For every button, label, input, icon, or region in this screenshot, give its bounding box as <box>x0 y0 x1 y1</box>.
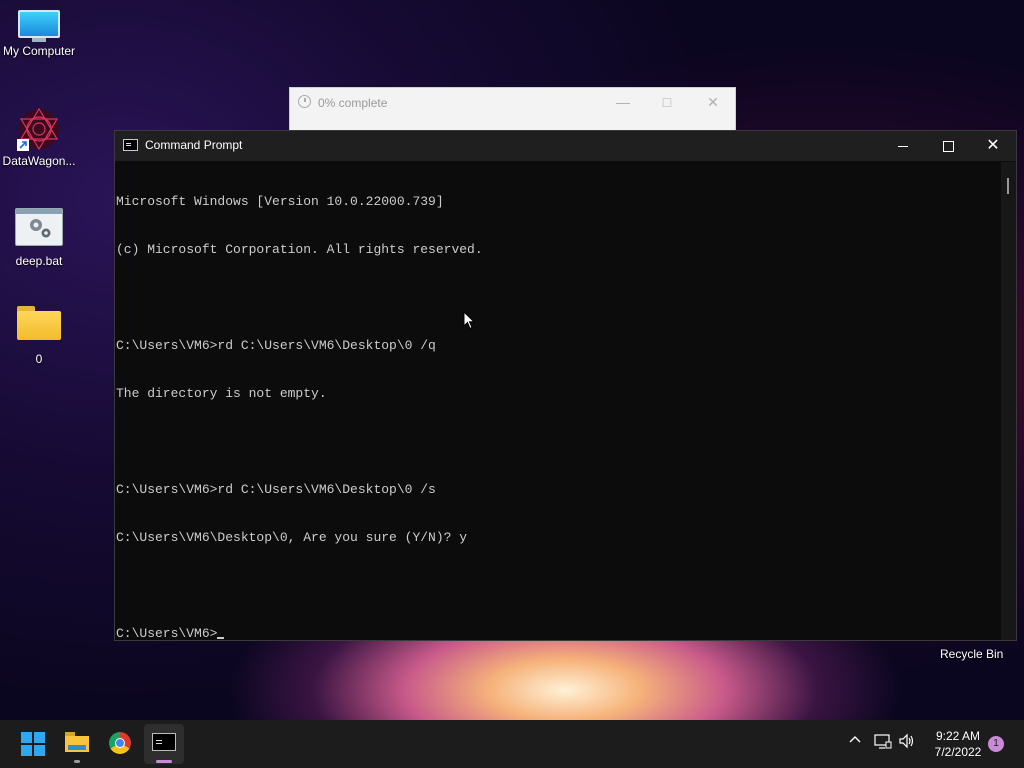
desktop-icon-label: DataWagon... <box>2 154 76 168</box>
desktop-icon-deep-bat[interactable]: deep.bat <box>0 208 78 268</box>
close-button[interactable]: ✕ <box>698 91 728 113</box>
desktop-icon-my-computer[interactable]: My Computer <box>0 10 78 58</box>
maximize-button[interactable]: □ <box>652 91 682 113</box>
title-bar[interactable]: Command Prompt ✕ <box>115 131 1016 161</box>
console-line: C:\Users\VM6>rd C:\Users\VM6\Desktop\0 /… <box>116 338 436 353</box>
maximize-button[interactable] <box>925 131 971 161</box>
active-indicator <box>156 760 172 763</box>
minimize-button[interactable]: — <box>608 91 638 113</box>
desktop-icon-label: 0 <box>35 352 43 366</box>
file-explorer-icon[interactable] <box>65 732 89 752</box>
console-line: (c) Microsoft Corporation. All rights re… <box>116 242 483 257</box>
taskbar <box>0 720 1024 768</box>
desktop-icon-label: deep.bat <box>15 254 63 268</box>
mouse-pointer-icon <box>463 310 476 336</box>
progress-dialog[interactable]: 0% complete — □ ✕ <box>289 87 736 133</box>
notification-badge[interactable]: 1 <box>988 736 1004 752</box>
console-prompt-line[interactable]: C:\Users\VM6> <box>116 626 1001 642</box>
desktop-icon-label: My Computer <box>2 44 76 58</box>
close-button[interactable]: ✕ <box>970 131 1016 161</box>
desktop-icon-folder-0[interactable]: 0 <box>0 306 78 366</box>
progress-dialog-title: 0% complete <box>318 96 388 110</box>
console-line: Microsoft Windows [Version 10.0.22000.73… <box>116 194 444 209</box>
command-prompt-icon <box>123 139 138 151</box>
minimize-button[interactable] <box>880 131 926 161</box>
taskbar-clock-time[interactable]: 9:22 AM <box>928 729 988 743</box>
volume-icon[interactable] <box>898 733 916 752</box>
running-indicator <box>74 760 80 763</box>
datawagon-shortcut-icon <box>16 106 62 152</box>
taskbar-clock-date[interactable]: 7/2/2022 <box>928 745 988 759</box>
window-title: Command Prompt <box>145 138 243 152</box>
command-prompt-window[interactable]: Command Prompt ✕ Microsoft Windows [Vers… <box>114 130 1017 641</box>
start-button[interactable] <box>21 732 45 756</box>
desktop-icon-datawagon[interactable]: DataWagon... <box>0 106 78 168</box>
console-line: C:\Users\VM6>rd C:\Users\VM6\Desktop\0 /… <box>116 482 436 497</box>
scrollbar-thumb[interactable] <box>1007 178 1009 194</box>
console-prompt: C:\Users\VM6> <box>116 626 218 641</box>
clock-icon <box>298 95 311 108</box>
command-prompt-icon <box>152 733 176 751</box>
vertical-scrollbar[interactable] <box>1001 162 1016 640</box>
console-line: C:\Users\VM6\Desktop\0, Are you sure (Y/… <box>116 530 468 545</box>
console-output[interactable]: Microsoft Windows [Version 10.0.22000.73… <box>116 162 1001 642</box>
folder-icon <box>17 306 61 340</box>
recycle-bin-label[interactable]: Recycle Bin <box>940 647 1003 661</box>
chevron-up-icon[interactable] <box>848 733 862 750</box>
console-line: The directory is not empty. <box>116 386 327 401</box>
batch-file-icon <box>15 208 63 246</box>
chrome-icon[interactable] <box>109 732 131 754</box>
network-icon[interactable] <box>874 733 892 752</box>
text-cursor <box>217 637 225 639</box>
computer-icon <box>18 10 60 42</box>
